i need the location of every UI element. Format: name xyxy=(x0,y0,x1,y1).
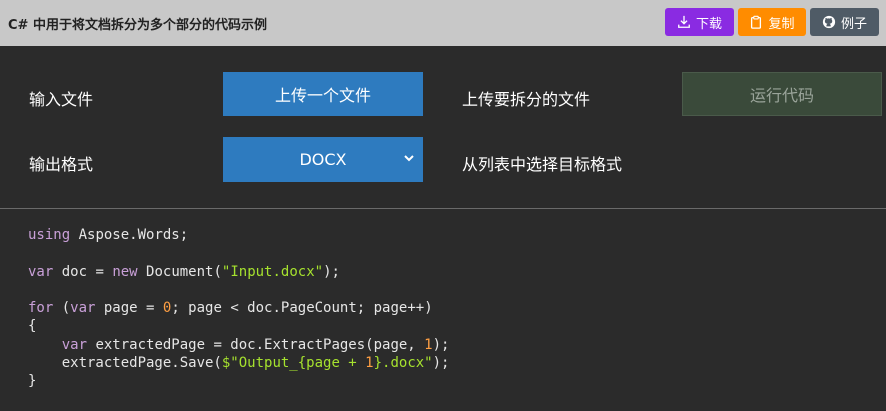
code-block: using Aspose.Words; var doc = new Docume… xyxy=(28,226,449,391)
code-text: ; page < doc.PageCount; page++) xyxy=(171,300,433,317)
code-text: ); xyxy=(432,336,450,353)
page-title: C# 中用于将文档拆分为多个部分的代码示例 xyxy=(8,18,267,33)
code-string: $"Output_{page + xyxy=(221,355,366,372)
format-value: DOCX xyxy=(299,150,347,169)
upload-file-button[interactable]: 上传一个文件 xyxy=(223,72,423,116)
code-line-7: var extractedPage = doc.ExtractPages(pag… xyxy=(62,337,450,353)
example-label: 例子 xyxy=(840,16,867,32)
copy-label: 复制 xyxy=(768,16,795,32)
code-keyword: var xyxy=(28,263,54,280)
example-button[interactable]: 例子 xyxy=(810,8,879,36)
code-text: extractedPage.Save( xyxy=(61,355,222,372)
code-keyword: for xyxy=(28,300,54,317)
code-text: Document( xyxy=(137,263,222,280)
code-string: "Input.docx" xyxy=(221,263,324,280)
output-format-select[interactable]: DOCX xyxy=(223,137,423,182)
chevron-down-icon xyxy=(404,155,414,162)
run-code-button[interactable]: 运行代码 xyxy=(682,72,882,116)
code-text: Aspose.Words; xyxy=(70,227,189,243)
output-format-label: 输出格式 xyxy=(29,155,94,174)
code-line-8: extractedPage.Save($"Output_{page + 1}.d… xyxy=(62,355,450,371)
code-line-5: for (var page = 0; page < doc.PageCount;… xyxy=(28,300,433,316)
github-icon xyxy=(822,15,836,29)
code-line-1: using Aspose.Words; xyxy=(28,227,188,243)
code-keyword: using xyxy=(28,227,71,243)
code-number: 1 xyxy=(424,336,433,353)
code-string: }.docx" xyxy=(373,355,433,372)
code-keyword: var xyxy=(61,336,88,353)
clipboard-icon xyxy=(751,15,762,29)
code-text: extractedPage = doc.ExtractPages(page, xyxy=(87,336,425,353)
download-label: 下载 xyxy=(695,16,722,32)
code-text: ); xyxy=(432,355,450,372)
code-number: 1 xyxy=(365,355,374,372)
code-text: ( xyxy=(53,300,71,317)
code-keyword: new xyxy=(112,263,138,280)
download-icon xyxy=(678,15,690,28)
divider xyxy=(0,208,886,209)
format-hint: 从列表中选择目标格式 xyxy=(462,155,623,174)
header-bar: C# 中用于将文档拆分为多个部分的代码示例 下载 复制 例子 xyxy=(0,0,886,46)
code-line-9: } xyxy=(28,373,37,390)
copy-button[interactable]: 复制 xyxy=(738,8,806,36)
download-button[interactable]: 下载 xyxy=(665,8,734,36)
code-keyword: var xyxy=(70,300,96,317)
code-line-3: var doc = new Document("Input.docx"); xyxy=(28,264,340,280)
code-text: ); xyxy=(323,263,340,280)
input-file-label: 输入文件 xyxy=(29,90,94,109)
upload-hint: 上传要拆分的文件 xyxy=(462,90,591,109)
code-text: page = xyxy=(95,300,163,317)
code-line-6: { xyxy=(28,318,37,335)
code-text: doc = xyxy=(53,263,113,280)
